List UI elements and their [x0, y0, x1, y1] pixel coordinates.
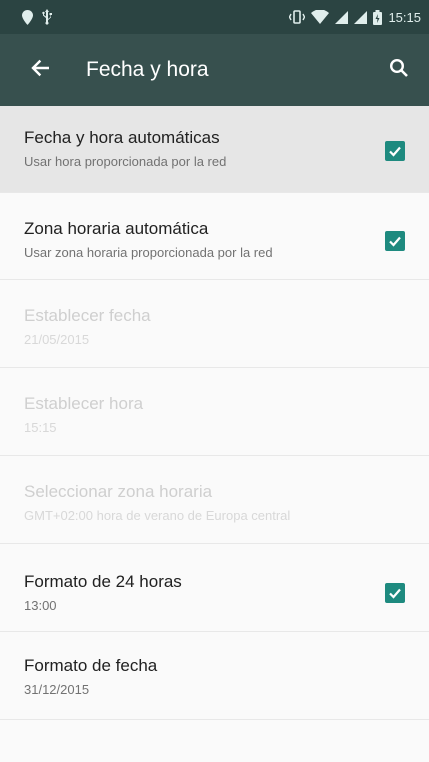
setting-title: Establecer fecha: [24, 306, 151, 325]
setting-title: Zona horaria automática: [24, 219, 209, 238]
settings-list: Fecha y hora automáticas Usar hora propo…: [0, 106, 429, 720]
setting-title: Fecha y hora automáticas: [24, 128, 220, 147]
setting-subtitle: Usar zona horaria proporcionada por la r…: [24, 245, 273, 260]
usb-icon: [41, 9, 53, 25]
setting-subtitle: 31/12/2015: [24, 682, 90, 697]
back-button[interactable]: [10, 34, 70, 106]
setting-subtitle: GMT+02:00 hora de verano de Europa centr…: [24, 508, 291, 523]
app-bar: Fecha y hora: [0, 34, 429, 106]
signal-icon: [354, 10, 368, 24]
24-hour-format-checkbox[interactable]: [385, 583, 405, 603]
setting-set-time: Establecer hora 15:15: [0, 368, 429, 456]
setting-title: Formato de 24 horas: [24, 572, 182, 591]
setting-automatic-time-zone[interactable]: Zona horaria automática Usar zona horari…: [0, 193, 429, 280]
status-bar: 15:15: [0, 0, 429, 34]
checkmark-icon: [389, 588, 401, 599]
status-time: 15:15: [388, 9, 421, 25]
checkmark-icon: [389, 236, 401, 247]
automatic-time-zone-checkbox[interactable]: [385, 231, 405, 251]
search-button[interactable]: [381, 52, 417, 88]
signal-icon: [335, 10, 349, 24]
setting-subtitle: 15:15: [24, 420, 57, 435]
setting-title: Formato de fecha: [24, 656, 158, 675]
setting-automatic-date-time[interactable]: Fecha y hora automáticas Usar hora propo…: [0, 106, 429, 193]
setting-subtitle: Usar hora proporcionada por la red: [24, 154, 227, 169]
setting-date-format[interactable]: Formato de fecha 31/12/2015: [0, 632, 429, 720]
location-pin-icon: [22, 9, 33, 25]
setting-subtitle: 13:00: [24, 598, 57, 613]
checkmark-icon: [389, 146, 401, 157]
setting-24-hour-format[interactable]: Formato de 24 horas 13:00: [0, 544, 429, 632]
setting-title: Establecer hora: [24, 394, 144, 413]
setting-select-time-zone: Seleccionar zona horaria GMT+02:00 hora …: [0, 456, 429, 544]
automatic-date-time-checkbox[interactable]: [385, 141, 405, 161]
arrow-left-icon: [31, 59, 50, 82]
setting-title: Seleccionar zona horaria: [24, 482, 213, 501]
setting-set-date: Establecer fecha 21/05/2015: [0, 280, 429, 368]
page-title: Fecha y hora: [86, 58, 209, 81]
battery-icon: [373, 9, 383, 25]
wifi-icon: [311, 10, 330, 24]
setting-subtitle: 21/05/2015: [24, 332, 90, 347]
vibrate-icon: [289, 10, 306, 24]
search-icon: [389, 58, 409, 83]
